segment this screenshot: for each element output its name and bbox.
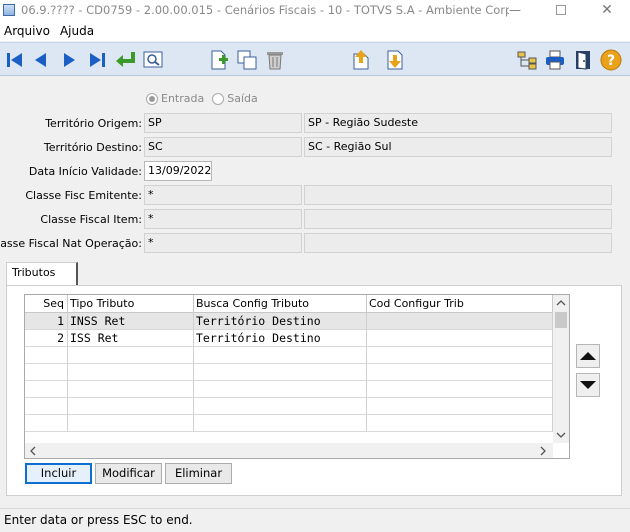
upload-icon[interactable] — [350, 49, 372, 71]
maximize-icon — [556, 5, 566, 15]
column-header-busca[interactable]: Busca Config Tributo — [194, 295, 367, 313]
add-icon[interactable] — [208, 49, 230, 71]
app-icon — [3, 4, 15, 16]
delete-icon[interactable] — [264, 49, 286, 71]
column-header-seq[interactable]: Seq — [25, 295, 68, 313]
search-icon[interactable] — [142, 49, 164, 71]
arrow-up-icon — [580, 352, 596, 360]
minimize-button[interactable]: — — [492, 0, 538, 20]
empty-cell — [68, 398, 194, 415]
empty-cell — [68, 347, 194, 364]
empty-cell — [367, 381, 553, 398]
classe-item-code: * — [144, 209, 302, 229]
data-inicio-label: Data Início Validade: — [28, 165, 142, 178]
cell-busca[interactable]: Território Destino — [194, 313, 367, 330]
fiscal-scenario-form: Entrada Saída Território Origem: SP SP -… — [0, 84, 630, 254]
empty-cell — [367, 364, 553, 381]
tree-icon[interactable] — [516, 49, 538, 71]
cell-tipo[interactable]: INSS Ret — [68, 313, 194, 330]
radio-entrada-label: Entrada — [161, 92, 205, 105]
classe-item-desc — [304, 209, 612, 229]
classe-nat-desc — [304, 233, 612, 253]
download-icon[interactable] — [384, 49, 406, 71]
status-bar: Enter data or press ESC to end. — [0, 508, 630, 532]
cell-cod[interactable] — [367, 330, 553, 347]
first-record-icon[interactable] — [4, 49, 26, 71]
empty-cell — [194, 364, 367, 381]
radio-saida[interactable] — [212, 92, 225, 105]
previous-record-icon[interactable] — [30, 49, 52, 71]
go-to-icon[interactable] — [114, 49, 136, 71]
exit-icon[interactable] — [572, 49, 594, 71]
move-up-button[interactable] — [576, 344, 600, 368]
radio-entrada[interactable] — [146, 92, 158, 105]
print-icon[interactable] — [544, 49, 566, 71]
scroll-left-icon[interactable] — [25, 443, 41, 458]
title-bar: 06.9.???? - CD0759 - 2.00.00.015 - Cenár… — [0, 0, 630, 20]
territorio-origem-code: SP — [144, 113, 302, 133]
vertical-scrollbar[interactable] — [553, 295, 569, 443]
tab-tributos[interactable]: Tributos — [6, 262, 78, 286]
cell-seq[interactable]: 1 — [25, 313, 68, 330]
territorio-destino-code: SC — [144, 137, 302, 157]
empty-cell — [25, 398, 68, 415]
empty-cell — [25, 381, 68, 398]
empty-cell — [367, 415, 553, 432]
classe-emitente-label: Classe Fisc Emitente: — [25, 189, 142, 202]
scroll-down-icon[interactable] — [553, 427, 569, 443]
classe-emitente-code: * — [144, 185, 302, 205]
classe-item-label: Classe Fiscal Item: — [40, 213, 142, 226]
empty-cell — [25, 364, 68, 381]
incluir-button[interactable]: Incluir — [25, 463, 92, 484]
scroll-up-icon[interactable] — [553, 295, 569, 311]
empty-cell — [367, 347, 553, 364]
empty-cell — [68, 381, 194, 398]
radio-saida-label: Saída — [227, 92, 258, 105]
empty-cell — [25, 415, 68, 432]
window-title: 06.9.???? - CD0759 - 2.00.00.015 - Cenár… — [21, 3, 509, 17]
empty-cell — [367, 398, 553, 415]
empty-cell — [68, 415, 194, 432]
horizontal-scrollbar[interactable] — [25, 443, 553, 458]
modificar-button[interactable]: Modificar — [95, 463, 162, 484]
cell-busca[interactable]: Território Destino — [194, 330, 367, 347]
classe-emitente-desc — [304, 185, 612, 205]
menu-arquivo[interactable]: Arquivo — [0, 24, 56, 38]
cell-tipo[interactable]: ISS Ret — [68, 330, 194, 347]
empty-cell — [194, 347, 367, 364]
column-header-tipo[interactable]: Tipo Tributo — [68, 295, 194, 313]
cell-seq[interactable]: 2 — [25, 330, 68, 347]
territorio-destino-desc: SC - Região Sul — [304, 137, 612, 157]
copy-icon[interactable] — [236, 49, 258, 71]
next-record-icon[interactable] — [58, 49, 80, 71]
territorio-origem-desc: SP - Região Sudeste — [304, 113, 612, 133]
help-icon[interactable]: ? — [600, 49, 622, 71]
maximize-button[interactable] — [538, 0, 584, 20]
column-header-cod[interactable]: Cod Configur Trib — [367, 295, 553, 313]
territorio-origem-label: Território Origem: — [45, 117, 142, 130]
arrow-down-icon — [580, 381, 596, 389]
classe-nat-label: Classe Fiscal Nat Operação: — [0, 237, 142, 250]
empty-cell — [194, 381, 367, 398]
menu-bar: Arquivo Ajuda — [0, 20, 630, 41]
territorio-destino-label: Território Destino: — [43, 141, 142, 154]
empty-cell — [68, 364, 194, 381]
eliminar-button[interactable]: Eliminar — [165, 463, 232, 484]
tributos-grid[interactable]: Seq Tipo Tributo Busca Config Tributo Co… — [24, 294, 570, 459]
entry-exit-radio-group: Entrada Saída — [146, 92, 258, 105]
cell-cod[interactable] — [367, 313, 553, 330]
close-button[interactable]: ✕ — [584, 0, 630, 20]
data-inicio-field[interactable]: 13/09/2022 — [144, 161, 212, 181]
move-down-button[interactable] — [576, 373, 600, 397]
empty-cell — [194, 415, 367, 432]
help-glyph: ? — [607, 53, 615, 69]
scroll-thumb[interactable] — [555, 312, 567, 328]
toolbar: ? — [0, 42, 630, 76]
classe-nat-code: * — [144, 233, 302, 253]
empty-cell — [25, 347, 68, 364]
last-record-icon[interactable] — [86, 49, 108, 71]
menu-ajuda[interactable]: Ajuda — [56, 24, 100, 38]
empty-cell — [194, 398, 367, 415]
scroll-right-icon[interactable] — [535, 443, 551, 458]
